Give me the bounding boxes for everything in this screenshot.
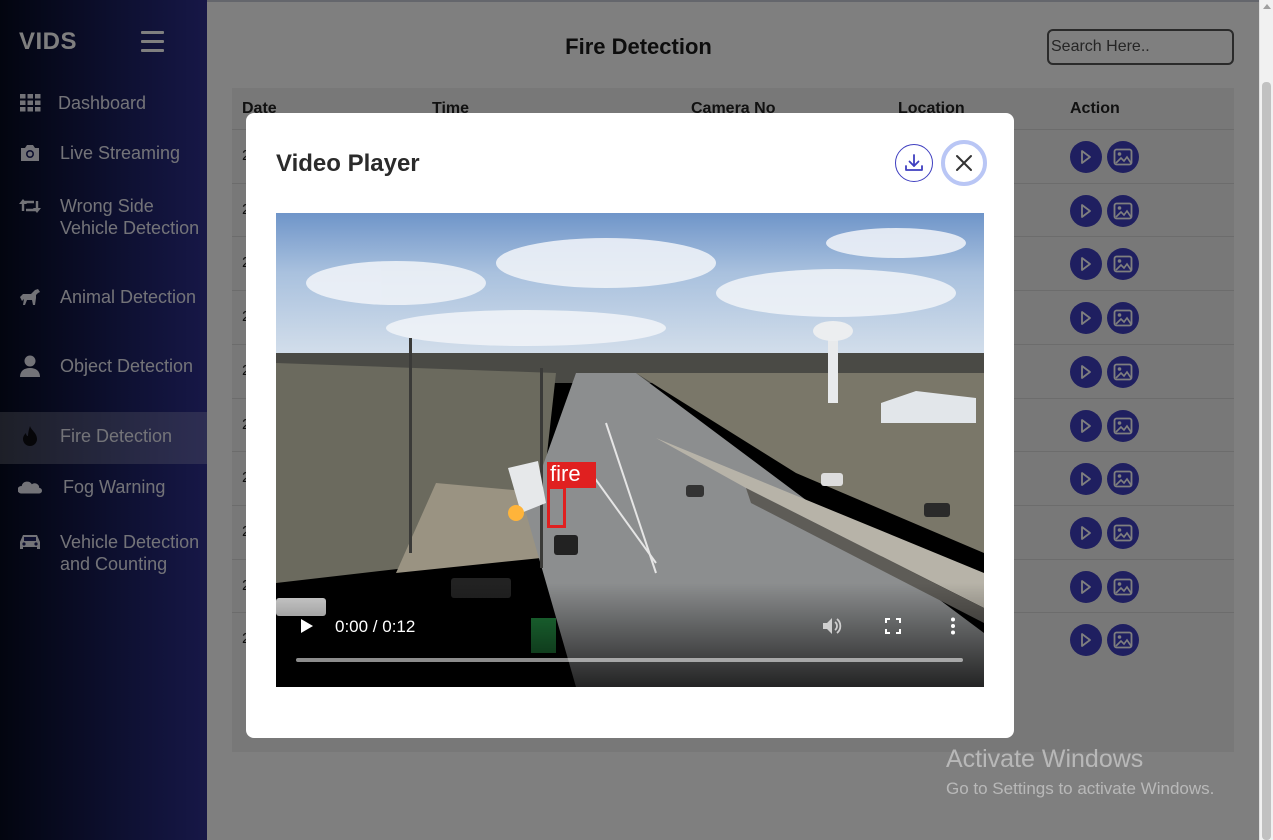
time-display: 0:00 / 0:12 (335, 617, 416, 636)
activation-watermark-title: Activate Windows (946, 745, 1144, 773)
close-button[interactable] (941, 140, 987, 186)
download-button[interactable] (895, 144, 933, 182)
fullscreen-button[interactable] (885, 618, 901, 639)
detection-bounding-box (547, 486, 566, 528)
play-icon (301, 619, 313, 633)
video-player-modal: Video Player fire 0:00 / 0:12 (246, 113, 1014, 738)
mute-button[interactable] (822, 616, 844, 641)
download-icon (905, 154, 923, 171)
more-options-button[interactable] (950, 617, 956, 640)
more-vertical-icon (951, 617, 955, 635)
video-player[interactable]: fire 0:00 / 0:12 (276, 213, 984, 687)
scroll-up-arrow-icon[interactable] (1263, 4, 1271, 9)
scroll-thumb[interactable] (1262, 82, 1271, 840)
volume-icon (823, 618, 842, 634)
modal-title: Video Player (276, 150, 420, 177)
video-progress-bar[interactable] (296, 658, 963, 662)
detection-label: fire (547, 462, 596, 488)
fullscreen-icon (885, 618, 901, 634)
close-icon (956, 155, 972, 171)
activation-watermark-subtitle: Go to Settings to activate Windows. (946, 779, 1215, 798)
play-button[interactable] (300, 618, 314, 639)
page-scrollbar[interactable] (1259, 0, 1273, 840)
